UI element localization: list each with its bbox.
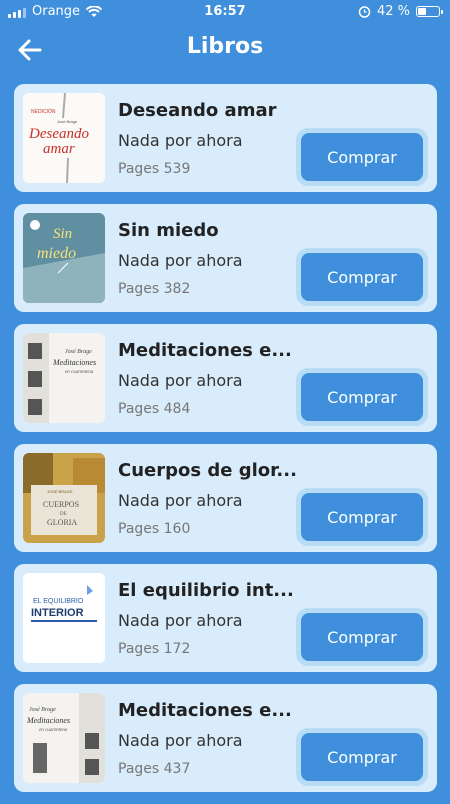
book-title: Meditaciones e... [118,340,292,361]
book-list: NEDICIÓN José Brage Deseando amar Desean… [14,84,437,804]
book-status: Nada por ahora [118,131,243,150]
svg-text:en cuarentena: en cuarentena [65,370,94,375]
book-pages: Pages 539 [118,161,191,177]
book-cover: Sin miedo [23,213,105,303]
buy-button[interactable]: Comprar [301,133,423,181]
book-pages: Pages 172 [118,641,191,657]
svg-text:DE: DE [60,512,67,517]
svg-text:Sin: Sin [53,226,72,242]
book-cover: EL EQUILIBRIO INTERIOR [23,573,105,663]
buy-button-frame: Comprar [296,488,428,546]
buy-button[interactable]: Comprar [301,613,423,661]
svg-text:CUERPOS: CUERPOS [43,500,79,509]
svg-text:amar: amar [43,141,75,157]
buy-button[interactable]: Comprar [301,253,423,301]
book-title: Sin miedo [118,220,219,241]
status-right: 42 % [358,4,443,19]
buy-button[interactable]: Comprar [301,493,423,541]
buy-button[interactable]: Comprar [301,373,423,421]
alarm-icon [358,6,371,18]
buy-button-frame: Comprar [296,368,428,426]
book-status: Nada por ahora [118,611,243,630]
svg-text:José Brage: José Brage [57,119,78,124]
book-cover: José Brage Meditaciones en cuarentena [23,333,105,423]
buy-button-frame: Comprar [296,608,428,666]
buy-button-frame: Comprar [296,128,428,186]
svg-text:JOSÉ BRAGE: JOSÉ BRAGE [47,489,73,494]
book-card[interactable]: JOSÉ BRAGE CUERPOS DE GLORIA Cuerpos de … [14,444,437,552]
book-title: Meditaciones e... [118,700,292,721]
svg-text:José Brage: José Brage [65,349,92,355]
book-status: Nada por ahora [118,491,243,510]
book-pages: Pages 484 [118,401,191,417]
book-cover: JOSÉ BRAGE CUERPOS DE GLORIA [23,453,105,543]
book-card[interactable]: Sin miedo Sin miedo Nada por ahora Pages… [14,204,437,312]
book-card[interactable]: EL EQUILIBRIO INTERIOR El equilibrio int… [14,564,437,672]
battery-icon [416,6,443,17]
page-title: Libros [186,34,264,59]
book-card[interactable]: José Brage Meditaciones en cuarentena Me… [14,684,437,792]
svg-text:INTERIOR: INTERIOR [31,607,84,619]
book-status: Nada por ahora [118,371,243,390]
book-cover: NEDICIÓN José Brage Deseando amar [23,93,105,183]
buy-button[interactable]: Comprar [301,733,423,781]
book-status: Nada por ahora [118,731,243,750]
book-title: Deseando amar [118,100,277,121]
book-cover: José Brage Meditaciones en cuarentena [23,693,105,783]
battery-fill [418,8,427,15]
book-pages: Pages 437 [118,761,191,777]
buy-button-frame: Comprar [296,728,428,786]
svg-text:miedo: miedo [37,245,76,262]
svg-text:José Brage: José Brage [29,707,56,713]
svg-text:Deseando: Deseando [28,126,89,142]
book-title: El equilibrio int... [118,580,294,601]
status-bar: Orange 16:57 42 % [0,0,450,24]
battery-percent: 42 % [376,4,410,19]
buy-button-frame: Comprar [296,248,428,306]
book-status: Nada por ahora [118,251,243,270]
book-card[interactable]: José Brage Meditaciones en cuarentena Me… [14,324,437,432]
book-pages: Pages 382 [118,281,191,297]
svg-text:Meditaciones: Meditaciones [52,358,96,367]
app-header: Libros [0,24,450,74]
book-pages: Pages 160 [118,521,191,537]
svg-text:EL EQUILIBRIO: EL EQUILIBRIO [33,598,84,605]
svg-text:NEDICIÓN: NEDICIÓN [31,108,56,115]
svg-text:Meditaciones: Meditaciones [26,716,70,725]
svg-text:GLORIA: GLORIA [47,518,77,527]
book-card[interactable]: NEDICIÓN José Brage Deseando amar Desean… [14,84,437,192]
book-title: Cuerpos de glor... [118,460,297,481]
svg-text:en cuarentena: en cuarentena [39,728,68,733]
